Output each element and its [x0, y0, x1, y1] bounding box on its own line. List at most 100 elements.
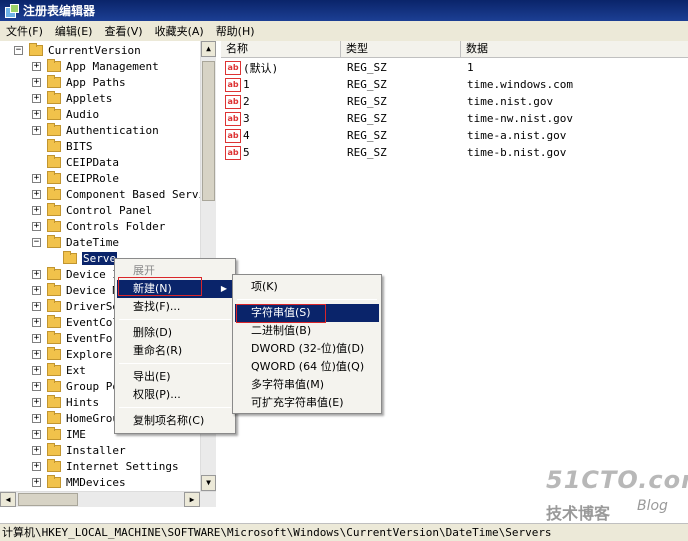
value-type: REG_SZ	[347, 95, 387, 108]
tree-item[interactable]: + App Paths	[32, 74, 126, 90]
scroll-right-button[interactable]: ▶	[184, 492, 200, 507]
expand-icon[interactable]: +	[32, 269, 41, 279]
tree-item[interactable]: + Installer	[32, 442, 126, 458]
scroll-left-button[interactable]: ◀	[0, 492, 16, 507]
expand-icon[interactable]: +	[32, 349, 41, 359]
tree-item[interactable]: + Internet Settings	[32, 458, 179, 474]
tree-item-label: Installer	[66, 443, 126, 457]
expand-icon[interactable]: +	[32, 301, 41, 311]
expand-icon[interactable]: +	[32, 125, 41, 135]
list-row[interactable]: ab 4 REG_SZ time-a.nist.gov	[221, 127, 681, 144]
tree-item-label: Controls Folder	[66, 219, 166, 233]
expand-icon[interactable]: +	[32, 429, 41, 439]
menu-bar: 文件(F) 编辑(E) 查看(V) 收藏夹(A) 帮助(H)	[0, 21, 688, 41]
folder-icon	[47, 442, 61, 456]
menu-item[interactable]: QWORD (64 位)值(Q)	[235, 358, 379, 376]
menu-1[interactable]: 编辑(E)	[49, 23, 99, 39]
menu-item[interactable]: 复制项名称(C)	[117, 412, 233, 430]
scroll-up-button[interactable]: ▲	[201, 41, 216, 57]
expand-icon[interactable]: +	[32, 61, 41, 71]
tree-item[interactable]: + Ext	[32, 362, 86, 378]
menu-2[interactable]: 查看(V)	[98, 23, 148, 39]
tree-item[interactable]: + Device M	[32, 282, 119, 298]
menu-4[interactable]: 帮助(H)	[210, 23, 261, 39]
folder-icon	[47, 314, 61, 328]
tree-item[interactable]: + DriverSe	[32, 298, 119, 314]
list-row[interactable]: ab (默认) REG_SZ 1	[221, 59, 681, 76]
column-name-header[interactable]: 名称	[221, 41, 341, 58]
menu-item[interactable]: 二进制值(B)	[235, 322, 379, 340]
menu-item[interactable]: 查找(F)...	[117, 298, 233, 316]
expand-icon[interactable]: +	[32, 413, 41, 423]
menu-item[interactable]: 字符串值(S)	[235, 304, 379, 322]
tree-item[interactable]: + App Management	[32, 58, 159, 74]
tree-item[interactable]: Serve	[48, 250, 118, 266]
menu-item[interactable]: 新建(N) ▶	[117, 280, 233, 298]
list-row[interactable]: ab 3 REG_SZ time-nw.nist.gov	[221, 110, 681, 127]
menu-item[interactable]: DWORD (32-位)值(D)	[235, 340, 379, 358]
tree-item[interactable]: + EventCol	[32, 314, 119, 330]
expand-icon[interactable]: +	[32, 109, 41, 119]
expand-icon[interactable]: +	[32, 77, 41, 87]
expand-icon[interactable]: +	[32, 93, 41, 103]
tree-item[interactable]: + Control Panel	[32, 202, 152, 218]
expand-icon[interactable]: +	[32, 173, 41, 183]
tree-item[interactable]: + Controls Folder	[32, 218, 165, 234]
expand-icon[interactable]: +	[32, 333, 41, 343]
tree-item[interactable]: BITS	[32, 138, 93, 154]
tree-item[interactable]: + Group Po	[32, 378, 119, 394]
column-type-header[interactable]: 类型	[341, 41, 461, 58]
tree-item[interactable]: + Component Based Servic	[32, 186, 212, 202]
tree-item[interactable]: + MMDevices	[32, 474, 126, 490]
tree-item[interactable]: − DateTime	[32, 234, 119, 250]
value-name: 1	[243, 78, 250, 91]
collapse-icon[interactable]: −	[32, 237, 41, 247]
tree-item-label: Audio	[66, 107, 100, 121]
tree-item[interactable]: + HomeGrou	[32, 410, 119, 426]
expand-icon[interactable]: +	[32, 221, 41, 231]
expand-icon[interactable]: +	[32, 285, 41, 295]
menu-item[interactable]: 删除(D)	[117, 324, 233, 342]
menu-item-label: DWORD (32-位)值(D)	[251, 342, 365, 355]
tree-item[interactable]: − CurrentVersion	[14, 42, 141, 58]
expand-icon[interactable]: +	[32, 205, 41, 215]
tree-item[interactable]: + Hints	[32, 394, 99, 410]
list-row[interactable]: ab 2 REG_SZ time.nist.gov	[221, 93, 681, 110]
expand-icon[interactable]: +	[32, 381, 41, 391]
list-row[interactable]: ab 1 REG_SZ time.windows.com	[221, 76, 681, 93]
value-data: time.windows.com	[467, 78, 573, 91]
expand-icon[interactable]: +	[32, 189, 41, 199]
tree-item[interactable]: + Audio	[32, 106, 99, 122]
menu-item[interactable]: 多字符串值(M)	[235, 376, 379, 394]
expand-icon[interactable]: +	[32, 397, 41, 407]
expand-icon[interactable]: +	[32, 461, 41, 471]
expand-icon[interactable]: +	[32, 365, 41, 375]
menu-item[interactable]: 重命名(R)	[117, 342, 233, 360]
menu-item[interactable]: 可扩充字符串值(E)	[235, 394, 379, 412]
tree-item[interactable]: + Authentication	[32, 122, 159, 138]
menu-item[interactable]: 导出(E)	[117, 368, 233, 386]
hscroll-thumb[interactable]	[18, 493, 78, 506]
menu-item[interactable]: 权限(P)...	[117, 386, 233, 404]
tree-item[interactable]: CEIPData	[32, 154, 119, 170]
tree-item[interactable]: + Applets	[32, 90, 112, 106]
folder-icon	[47, 138, 61, 152]
expand-icon[interactable]: +	[32, 477, 41, 487]
tree-horizontal-scrollbar[interactable]: ◀ ▶	[0, 491, 216, 507]
collapse-icon[interactable]: −	[14, 45, 23, 55]
menu-0[interactable]: 文件(F)	[0, 23, 49, 39]
column-data-header[interactable]: 数据	[461, 41, 688, 58]
menu-item[interactable]: 项(K)	[235, 278, 379, 296]
expand-icon[interactable]: +	[32, 317, 41, 327]
scroll-thumb[interactable]	[202, 61, 215, 201]
menu-3[interactable]: 收藏夹(A)	[149, 23, 210, 39]
tree-item[interactable]: + Explorer	[32, 346, 119, 362]
scroll-down-button[interactable]: ▼	[201, 475, 216, 491]
list-row[interactable]: ab 5 REG_SZ time-b.nist.gov	[221, 144, 681, 161]
folder-icon	[47, 154, 61, 168]
tree-item[interactable]: + EventFor	[32, 330, 119, 346]
expand-icon[interactable]: +	[32, 445, 41, 455]
tree-item[interactable]: + IME	[32, 426, 86, 442]
tree-item[interactable]: + CEIPRole	[32, 170, 119, 186]
tree-item[interactable]: + Device I	[32, 266, 119, 282]
